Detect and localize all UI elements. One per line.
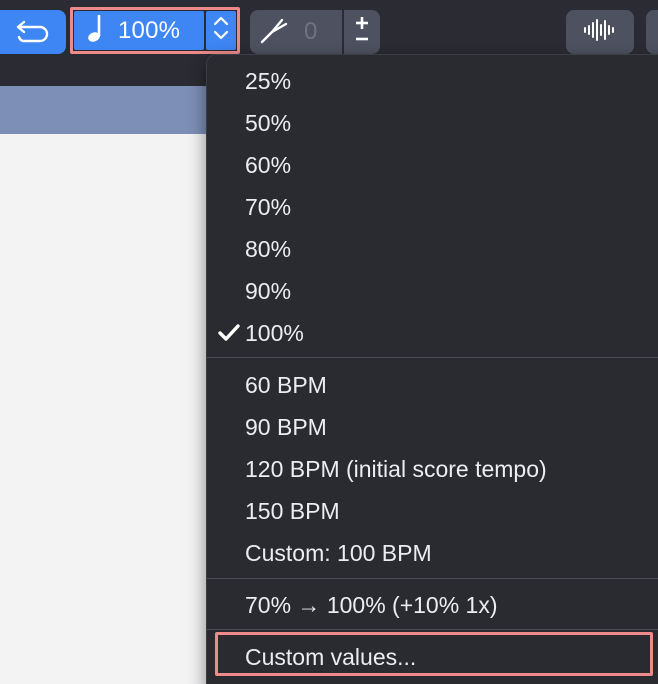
menu-item-60[interactable]: 60% bbox=[245, 147, 291, 183]
menu-item-25[interactable]: 25% bbox=[245, 63, 291, 99]
tempo-label: 100% bbox=[118, 16, 181, 44]
loop-back-icon bbox=[14, 16, 52, 49]
loop-back-button[interactable] bbox=[0, 10, 66, 54]
waveform-icon bbox=[582, 18, 618, 47]
plus-minus-button[interactable] bbox=[344, 10, 380, 54]
quarter-note-icon bbox=[86, 13, 104, 48]
tuning-button[interactable]: 0 bbox=[250, 10, 342, 54]
menu-separator bbox=[207, 357, 658, 358]
up-down-chevron-icon bbox=[212, 14, 230, 47]
menu-separator bbox=[207, 629, 658, 630]
menu-item-80[interactable]: 80% bbox=[245, 231, 291, 267]
menu-item-progression[interactable]: 70% → 100% (+10% 1x) bbox=[245, 587, 498, 623]
waveform-button[interactable] bbox=[566, 10, 634, 54]
menu-item-50[interactable]: 50% bbox=[245, 105, 291, 141]
menu-item-70[interactable]: 70% bbox=[245, 189, 291, 225]
menu-item-120-bpm[interactable]: 120 BPM (initial score tempo) bbox=[245, 451, 547, 487]
menu-item-90-bpm[interactable]: 90 BPM bbox=[245, 409, 327, 445]
menu-item-100-selected[interactable]: 100% bbox=[245, 315, 304, 351]
menu-separator bbox=[207, 578, 658, 579]
tempo-dropdown-menu: 25% 50% 60% 70% 80% 90% 100% 60 BPM 90 B… bbox=[206, 54, 658, 684]
tuning-fork-icon bbox=[258, 15, 288, 50]
menu-item-150-bpm[interactable]: 150 BPM bbox=[245, 493, 340, 529]
menu-item-custom-values[interactable]: Custom values... bbox=[245, 639, 416, 675]
menu-item-60-bpm[interactable]: 60 BPM bbox=[245, 367, 327, 403]
toolbar-edge-button[interactable] bbox=[646, 10, 658, 54]
tempo-stepper[interactable] bbox=[206, 11, 236, 50]
plus-minus-icon bbox=[352, 14, 372, 51]
menu-item-custom-bpm[interactable]: Custom: 100 BPM bbox=[245, 535, 432, 571]
tuning-value: 0 bbox=[304, 18, 318, 45]
menu-item-90[interactable]: 90% bbox=[245, 273, 291, 309]
tempo-button[interactable]: 100% bbox=[74, 11, 204, 50]
checkmark-icon bbox=[217, 315, 241, 351]
